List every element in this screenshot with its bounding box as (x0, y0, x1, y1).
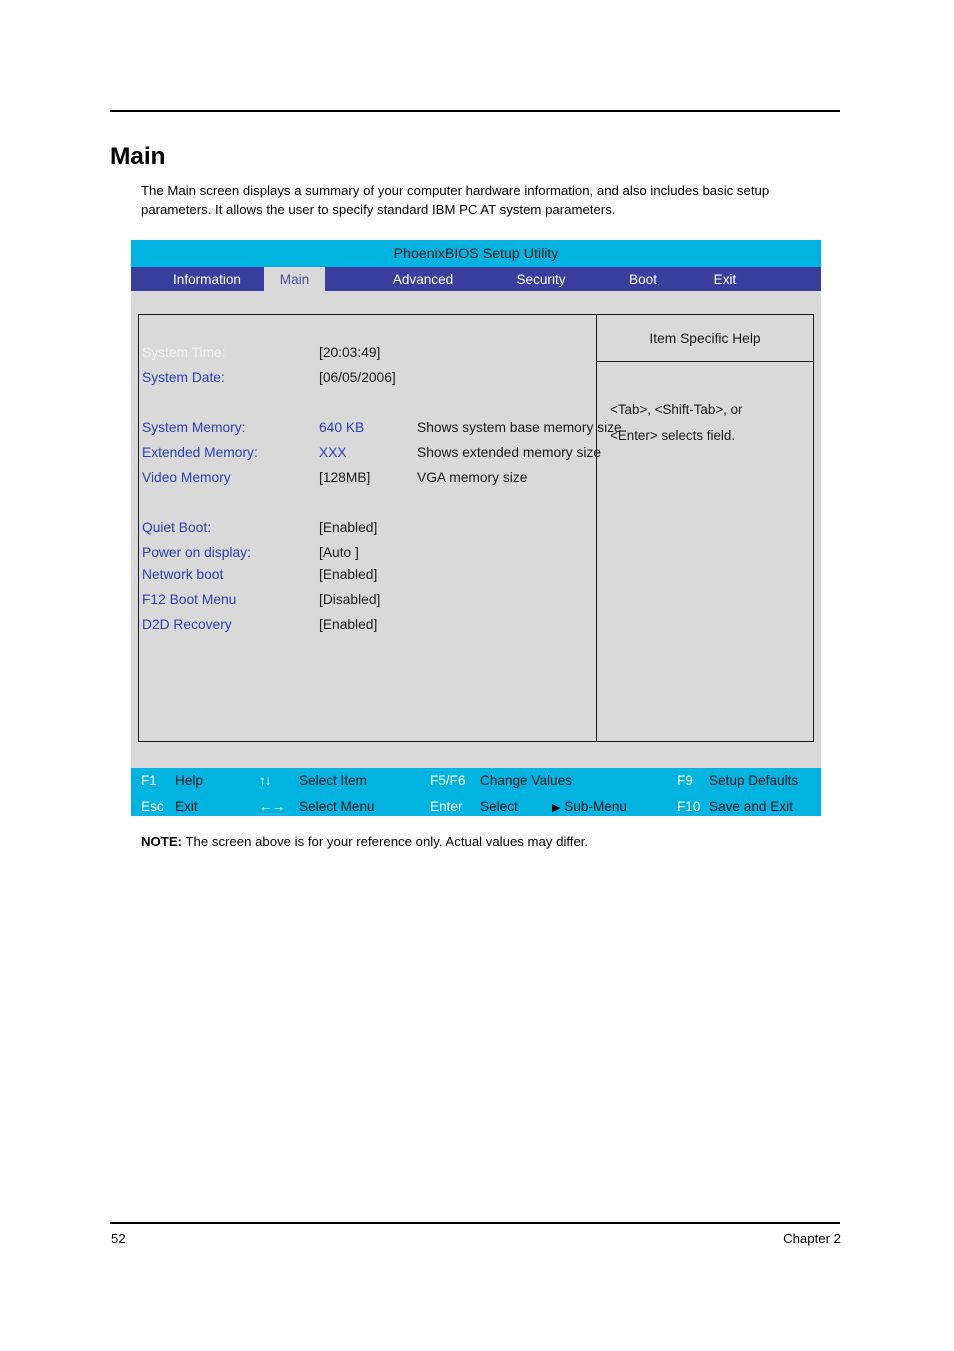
tab-security-label: Security (516, 271, 566, 287)
item-specific-help-panel: Item Specific Help <Tab>, <Shift-Tab>, o… (597, 314, 814, 742)
key-legend-f1-help[interactable]: F1 Help (141, 769, 203, 793)
key-f10: F10 (677, 799, 701, 814)
bios-title: PhoenixBIOS Setup Utility (393, 245, 559, 262)
key-f9: F9 (677, 773, 693, 788)
key-esc: Esc (141, 799, 164, 814)
arrow-left-right-icon: ←→ (259, 799, 285, 814)
item-specific-help-title: Item Specific Help (597, 315, 813, 362)
key-esc-label: Exit (175, 799, 198, 814)
help-line-2: <Enter> selects field. (610, 428, 736, 443)
key-select-menu-label: Select Menu (299, 799, 375, 814)
tab-exit-label: Exit (713, 271, 737, 287)
settings-panel (138, 314, 597, 742)
item-specific-help-body: <Tab>, <Shift-Tab>, or <Enter> selects f… (610, 397, 800, 449)
intro-paragraph: The Main screen displays a summary of yo… (141, 183, 770, 217)
page-number: 52 (111, 1231, 126, 1246)
page-title: Main (110, 143, 166, 171)
tab-advanced[interactable]: Advanced (362, 267, 484, 291)
note-line: NOTE: The screen above is for your refer… (141, 833, 588, 851)
tab-advanced-label: Advanced (392, 271, 454, 287)
key-setup-defaults-label: Setup Defaults (709, 773, 799, 788)
phoenixbios-setup-screen: PhoenixBIOS Setup Utility Information Ma… (131, 240, 821, 816)
key-save-and-exit-label: Save and Exit (709, 799, 793, 814)
key-legend-enter-select-submenu[interactable]: Enter Select ▶ Sub-Menu (430, 795, 627, 819)
page-bottom-rule (110, 1222, 840, 1224)
tab-exit[interactable]: Exit (694, 267, 756, 291)
key-legend-change-values[interactable]: F5/F6 Change Values (430, 769, 572, 793)
note-text: The screen above is for your reference o… (182, 834, 589, 849)
key-enter: Enter (430, 799, 463, 814)
key-f1-label: Help (175, 773, 203, 788)
chapter-label: Chapter 2 (783, 1231, 841, 1246)
tab-boot[interactable]: Boot (605, 267, 681, 291)
bios-tab-bar: Information Main Advanced Security Boot … (131, 267, 821, 291)
tab-main[interactable]: Main (264, 267, 325, 291)
key-change-values-label: Change Values (480, 773, 572, 788)
key-f1: F1 (141, 773, 157, 788)
bios-title-bar: PhoenixBIOS Setup Utility (131, 240, 821, 267)
tab-information[interactable]: Information (150, 267, 264, 291)
key-select-item-label: Select Item (299, 773, 367, 788)
help-line-1: <Tab>, <Shift-Tab>, or (610, 402, 743, 417)
bios-key-legend-bar: F1 Help Esc Exit ↑↓ Select Item ←→ Select Me… (131, 768, 821, 816)
tab-information-label: Information (172, 271, 241, 287)
key-f5-f6: F5/F6 (430, 773, 466, 788)
key-legend-setup-defaults[interactable]: F9 Setup Defaults (677, 769, 798, 793)
key-submenu-label: Sub-Menu (564, 799, 627, 814)
note-label: NOTE: (141, 834, 183, 849)
page-top-rule (110, 110, 840, 112)
arrow-up-down-icon: ↑↓ (259, 773, 272, 788)
key-enter-label: Select (480, 799, 518, 814)
key-legend-save-and-exit[interactable]: F10 Save and Exit (677, 795, 793, 819)
tab-main-label: Main (279, 271, 310, 287)
submenu-triangle-icon: ▶ (552, 802, 561, 814)
key-legend-select-menu[interactable]: ←→ Select Menu (259, 795, 375, 819)
tab-boot-label: Boot (629, 271, 657, 287)
key-legend-esc-exit[interactable]: Esc Exit (141, 795, 198, 819)
tab-security[interactable]: Security (484, 267, 598, 291)
key-legend-select-item[interactable]: ↑↓ Select Item (259, 769, 367, 793)
